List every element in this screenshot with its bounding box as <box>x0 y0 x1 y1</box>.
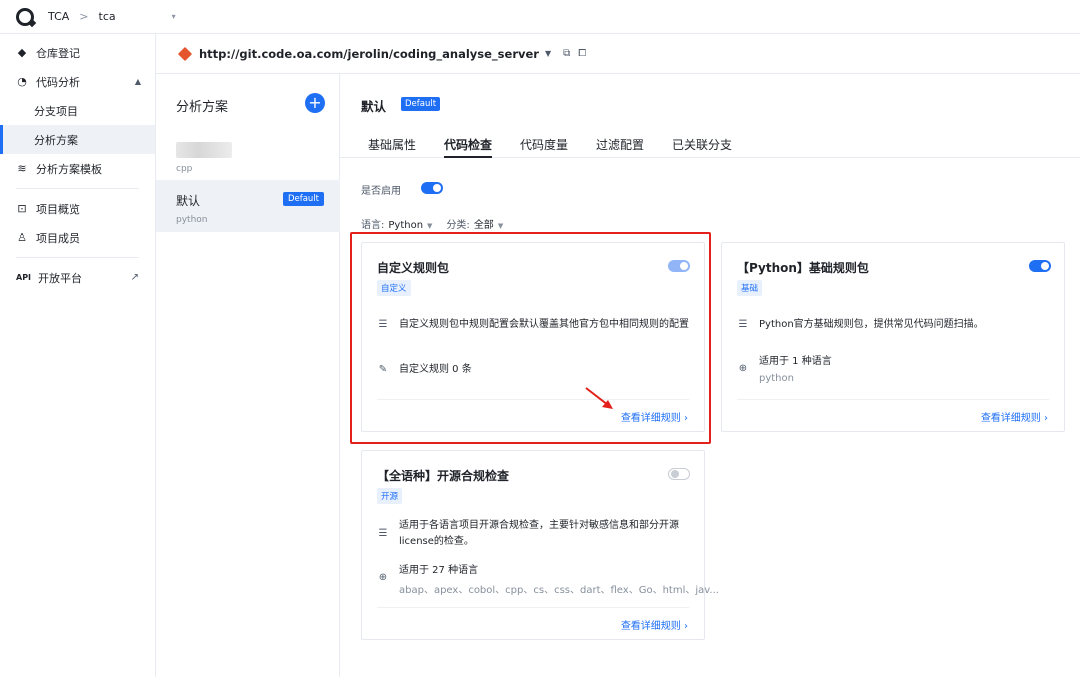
scheme-item-default[interactable]: 默认 python Default <box>156 180 340 232</box>
card-language-list: python <box>759 373 794 384</box>
card-language-count: 适用于 1 种语言 <box>759 356 832 367</box>
repo-dropdown-icon[interactable]: ▼ <box>545 49 551 58</box>
project-dropdown-icon[interactable]: ▾ <box>172 12 176 21</box>
chevron-up-icon[interactable]: ▲ <box>135 77 141 86</box>
package-toggle[interactable] <box>668 468 690 480</box>
sidebar-item-label: 分析方案 <box>34 133 78 147</box>
tca-logo-icon[interactable] <box>16 7 34 26</box>
scheme-list-title: 分析方案 <box>176 100 229 115</box>
sidebar-item-scheme-template[interactable]: ≋ 分析方案模板 <box>0 154 155 183</box>
sidebar-item-open-platform[interactable]: API 开放平台 ↗ <box>0 263 155 292</box>
sidebar-item-project-members[interactable]: ♙ 项目成员 <box>0 223 155 252</box>
default-badge: Default <box>282 192 324 206</box>
breadcrumb-separator: > <box>79 10 89 23</box>
rule-package-card-opensource[interactable]: 【全语种】开源合规检查 开源 ☰ 适用于各语言项目开源合规检查，主要针对敏感信息… <box>361 450 719 640</box>
sidebar-item-label: 项目概览 <box>36 202 80 216</box>
git-icon <box>177 46 193 61</box>
card-tag: 基础 <box>737 280 763 296</box>
category-label: 分类: <box>446 220 470 231</box>
annotation-arrow-icon <box>585 387 613 409</box>
external-link-icon: ↗ <box>130 272 139 283</box>
sidebar-item-analysis-scheme[interactable]: 分析方案 <box>0 125 155 154</box>
tab-filter-config[interactable]: 过滤配置 <box>596 136 644 158</box>
open-link-icon[interactable]: ⧠ <box>578 48 586 59</box>
page-title: 默认 <box>361 99 387 114</box>
enable-toggle[interactable] <box>421 182 443 194</box>
tab-basic-properties[interactable]: 基础属性 <box>368 136 416 158</box>
sidebar-item-branch-project[interactable]: 分支项目 <box>0 96 155 125</box>
card-tag: 开源 <box>377 488 403 504</box>
card-description: Python官方基础规则包，提供常见代码问题扫描。 <box>759 319 984 330</box>
repo-bar: http://git.code.oa.com/jerolin/coding_an… <box>156 34 1080 74</box>
tab-code-check[interactable]: 代码检查 <box>444 136 493 158</box>
card-divider <box>737 399 1049 400</box>
layers-icon: ≋ <box>17 162 27 175</box>
scheme-lang: cpp <box>176 164 193 174</box>
repo-url[interactable]: http://git.code.oa.com/jerolin/coding_an… <box>199 47 539 61</box>
sidebar-item-label: 分支项目 <box>34 104 78 118</box>
filter-row: 语言: Python ▼ 分类: 全部 ▼ <box>361 216 517 231</box>
sidebar-divider <box>16 257 139 258</box>
breadcrumb-project[interactable]: tca <box>99 10 116 23</box>
rule-package-card-python[interactable]: 【Python】基础规则包 基础 ☰ Python官方基础规则包，提供常见代码问… <box>721 242 1065 432</box>
highlight-box <box>350 232 711 444</box>
package-toggle[interactable] <box>1029 260 1051 272</box>
sidebar: ◆ 仓库登记 ◔ 代码分析 ▲ 分支项目 分析方案 ≋ 分析方案模板 ⊡ 项目概… <box>0 34 156 677</box>
chevron-down-icon[interactable]: ▼ <box>427 222 432 230</box>
overview-icon: ⊡ <box>17 202 27 215</box>
globe-icon: ⊕ <box>378 572 388 583</box>
tab-bar: 基础属性 代码检查 代码度量 过滤配置 已关联分支 <box>340 132 1080 158</box>
language-select[interactable]: Python <box>388 220 423 231</box>
diamond-icon: ◆ <box>17 46 27 59</box>
globe-icon: ⊕ <box>738 363 748 374</box>
card-divider <box>377 607 689 608</box>
top-bar: TCA > tca ▾ <box>0 0 1080 34</box>
sidebar-item-project-overview[interactable]: ⊡ 项目概览 <box>0 194 155 223</box>
copy-icon[interactable]: ⧉ <box>563 48 570 59</box>
sidebar-item-label: 项目成员 <box>36 231 80 245</box>
view-rules-link[interactable]: 查看详细规则 › <box>981 409 1048 424</box>
api-icon: API <box>16 273 32 282</box>
chevron-down-icon[interactable]: ▼ <box>498 222 503 230</box>
card-language-count: 适用于 27 种语言 <box>399 565 479 576</box>
card-title: 【Python】基础规则包 <box>737 261 869 275</box>
add-scheme-button[interactable]: + <box>305 93 325 113</box>
scheme-item-cpp[interactable]: cpp <box>156 130 340 182</box>
enable-label: 是否启用 <box>361 186 401 197</box>
card-language-list: abap、apex、cobol、cpp、cs、css、dart、flex、Go、… <box>399 585 719 596</box>
scheme-lang: python <box>176 215 208 225</box>
sidebar-item-repo-register[interactable]: ◆ 仓库登记 <box>0 38 155 67</box>
analysis-icon: ◔ <box>17 75 27 88</box>
tab-linked-branches[interactable]: 已关联分支 <box>672 136 732 158</box>
scheme-name-redacted <box>176 142 232 158</box>
view-rules-link[interactable]: 查看详细规则 › <box>621 617 688 632</box>
scheme-list-panel: 分析方案 + cpp 默认 python Default <box>156 74 340 677</box>
language-label: 语言: <box>361 220 385 231</box>
sidebar-item-label: 开放平台 <box>38 271 83 285</box>
card-description-line1: 适用于各语言项目开源合规检查，主要针对敏感信息和部分开源 <box>399 520 679 531</box>
default-badge: Default <box>401 97 441 111</box>
tab-code-metrics[interactable]: 代码度量 <box>520 136 568 158</box>
card-title: 【全语种】开源合规检查 <box>377 469 510 483</box>
sidebar-item-label: 仓库登记 <box>36 46 80 60</box>
list-icon: ☰ <box>738 319 748 330</box>
card-description-line2: license的检查。 <box>399 536 474 547</box>
category-select[interactable]: 全部 <box>474 220 494 231</box>
sidebar-item-label: 分析方案模板 <box>36 162 102 176</box>
sidebar-divider <box>16 188 139 189</box>
breadcrumb-org[interactable]: TCA <box>48 10 69 23</box>
sidebar-item-code-analysis[interactable]: ◔ 代码分析 ▲ <box>0 67 155 96</box>
list-icon: ☰ <box>378 528 388 539</box>
sidebar-item-label: 代码分析 <box>36 75 80 89</box>
user-icon: ♙ <box>17 231 27 244</box>
